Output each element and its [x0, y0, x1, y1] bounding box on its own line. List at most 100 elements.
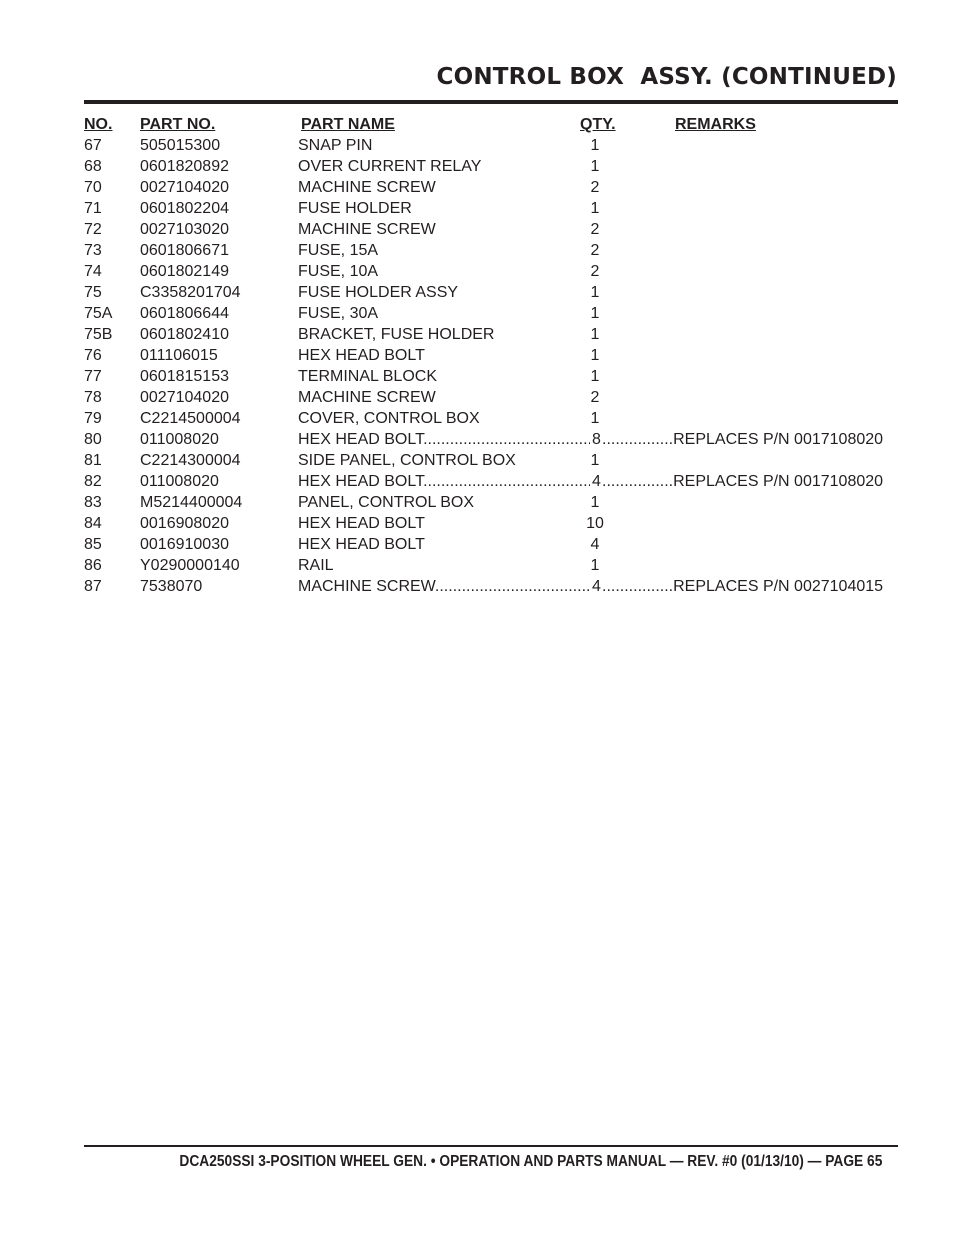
- remarks-with-leader: ................REPLACES P/N 0017108020: [602, 471, 883, 492]
- part-number: 0601802204: [140, 200, 229, 217]
- part-name: MACHINE SCREW: [298, 179, 436, 196]
- item-number: 75B: [84, 326, 113, 343]
- table-row: 84 0016908020 HEX HEAD BOLT 10: [84, 513, 898, 534]
- part-number: 505015300: [140, 137, 221, 154]
- part-name: SNAP PIN: [298, 137, 373, 154]
- part-name: MACHINE SCREW: [298, 221, 436, 238]
- table-row: 86 Y0290000140 RAIL 1: [84, 555, 898, 576]
- item-number: 85: [84, 536, 102, 553]
- item-number: 71: [84, 200, 102, 217]
- table-row: 75 C3358201704 FUSE HOLDER ASSY 1: [84, 282, 898, 303]
- table-row: 76 011106015 HEX HEAD BOLT 1: [84, 345, 898, 366]
- part-name: SIDE PANEL, CONTROL BOX: [298, 452, 516, 469]
- part-number: 011106015: [140, 347, 218, 364]
- part-number: C3358201704: [140, 284, 241, 301]
- footer-rule: [84, 1145, 898, 1147]
- quantity: 4: [590, 536, 600, 553]
- header-no: NO.: [84, 116, 113, 133]
- title-rule: [84, 100, 898, 104]
- item-number: 74: [84, 263, 102, 280]
- quantity: 4: [592, 578, 601, 595]
- part-number: 0601806644: [140, 305, 229, 322]
- remarks: REPLACES P/N 0017108020: [673, 473, 884, 490]
- table-row: 70 0027104020 MACHINE SCREW 2: [84, 177, 898, 198]
- quantity: 1: [590, 368, 600, 385]
- item-number: 80: [84, 431, 102, 448]
- part-name-with-leader: MACHINE SCREW...........................…: [298, 576, 590, 597]
- item-number: 75A: [84, 305, 113, 322]
- quantity: 1: [590, 326, 600, 343]
- header-part-name: PART NAME: [301, 116, 395, 133]
- quantity: 1: [590, 284, 600, 301]
- item-number: 76: [84, 347, 102, 364]
- item-number: 86: [84, 557, 102, 574]
- dot-leader: ................: [602, 473, 674, 490]
- item-number: 82: [84, 473, 102, 490]
- part-name: MACHINE SCREW: [298, 389, 436, 406]
- table-row: 82 011008020 HEX HEAD BOLT................…: [84, 471, 898, 492]
- item-number: 72: [84, 221, 102, 238]
- part-number: M5214400004: [140, 494, 243, 511]
- table-header: NO. PART NO. PART NAME QTY. REMARKS: [84, 114, 898, 135]
- part-number: 0016910030: [140, 536, 229, 553]
- quantity: 1: [590, 452, 600, 469]
- part-name: TERMINAL BLOCK: [298, 368, 437, 385]
- table-row: 75B 0601802410 BRACKET, FUSE HOLDER 1: [84, 324, 898, 345]
- item-number: 81: [84, 452, 102, 469]
- part-name: FUSE, 30A: [298, 305, 379, 322]
- table-row: 77 0601815153 TERMINAL BLOCK 1: [84, 366, 898, 387]
- item-number: 77: [84, 368, 102, 385]
- item-number: 75: [84, 284, 102, 301]
- part-name: MACHINE SCREW: [298, 578, 435, 595]
- table-row: 74 0601802149 FUSE, 10A 2: [84, 261, 898, 282]
- item-number: 68: [84, 158, 102, 175]
- dot-leader: ................: [602, 578, 674, 595]
- table-row: 73 0601806671 FUSE, 15A 2: [84, 240, 898, 261]
- page-footer: DCA250SSI 3-POSITION WHEEL GEN. • OPERAT…: [179, 1153, 882, 1170]
- header-remarks: REMARKS: [675, 116, 756, 133]
- part-name: HEX HEAD BOLT: [298, 347, 425, 364]
- part-number: 0601802149: [140, 263, 229, 280]
- part-number: 0027104020: [140, 389, 229, 406]
- part-name: OVER CURRENT RELAY: [298, 158, 482, 175]
- quantity: 1: [590, 137, 600, 154]
- part-number: 0601802410: [140, 326, 229, 343]
- part-name: BRACKET, FUSE HOLDER: [298, 326, 495, 343]
- part-name: HEX HEAD BOLT: [298, 536, 425, 553]
- dot-leader: ........................................…: [423, 473, 590, 490]
- parts-table: NO. PART NO. PART NAME QTY. REMARKS 67 50…: [84, 114, 898, 597]
- remarks-with-leader: ................REPLACES P/N 0027104015: [602, 576, 883, 597]
- part-number: C2214300004: [140, 452, 241, 469]
- quantity: 1: [590, 158, 600, 175]
- part-number: 0027103020: [140, 221, 229, 238]
- table-row: 71 0601802204 FUSE HOLDER 1: [84, 198, 898, 219]
- quantity: 2: [590, 179, 600, 196]
- quantity: 1: [590, 305, 600, 322]
- table-row: 79 C2214500004 COVER, CONTROL BOX 1: [84, 408, 898, 429]
- part-number: 0027104020: [140, 179, 229, 196]
- part-name: FUSE, 15A: [298, 242, 379, 259]
- item-number: 73: [84, 242, 102, 259]
- item-number: 78: [84, 389, 102, 406]
- page-title: CONTROL BOX ASSY. (CONTINUED): [436, 64, 897, 90]
- quantity: 2: [590, 389, 600, 406]
- part-number: C2214500004: [140, 410, 241, 427]
- table-row: 67 505015300 SNAP PIN 1: [84, 135, 898, 156]
- quantity: 2: [590, 221, 600, 238]
- part-name: COVER, CONTROL BOX: [298, 410, 480, 427]
- table-body: 67 505015300 SNAP PIN 1 68 0601820892 OVER CUR…: [84, 135, 898, 597]
- part-number: 011008020: [140, 473, 219, 490]
- quantity: 1: [590, 347, 600, 364]
- item-number: 87: [84, 578, 102, 595]
- table-row: 75A 0601806644 FUSE, 30A 1: [84, 303, 898, 324]
- quantity: 8: [592, 431, 601, 448]
- part-number: 0601806671: [140, 242, 229, 259]
- quantity: 1: [590, 557, 600, 574]
- part-name: HEX HEAD BOLT: [298, 431, 424, 448]
- quantity: 1: [590, 494, 600, 511]
- table-row: 81 C2214300004 SIDE PANEL, CONTROL BOX 1: [84, 450, 898, 471]
- item-number: 83: [84, 494, 102, 511]
- remarks: REPLACES P/N 0017108020: [673, 431, 884, 448]
- header-part-no: PART NO.: [140, 116, 216, 133]
- dot-leader: ........................................…: [423, 431, 590, 448]
